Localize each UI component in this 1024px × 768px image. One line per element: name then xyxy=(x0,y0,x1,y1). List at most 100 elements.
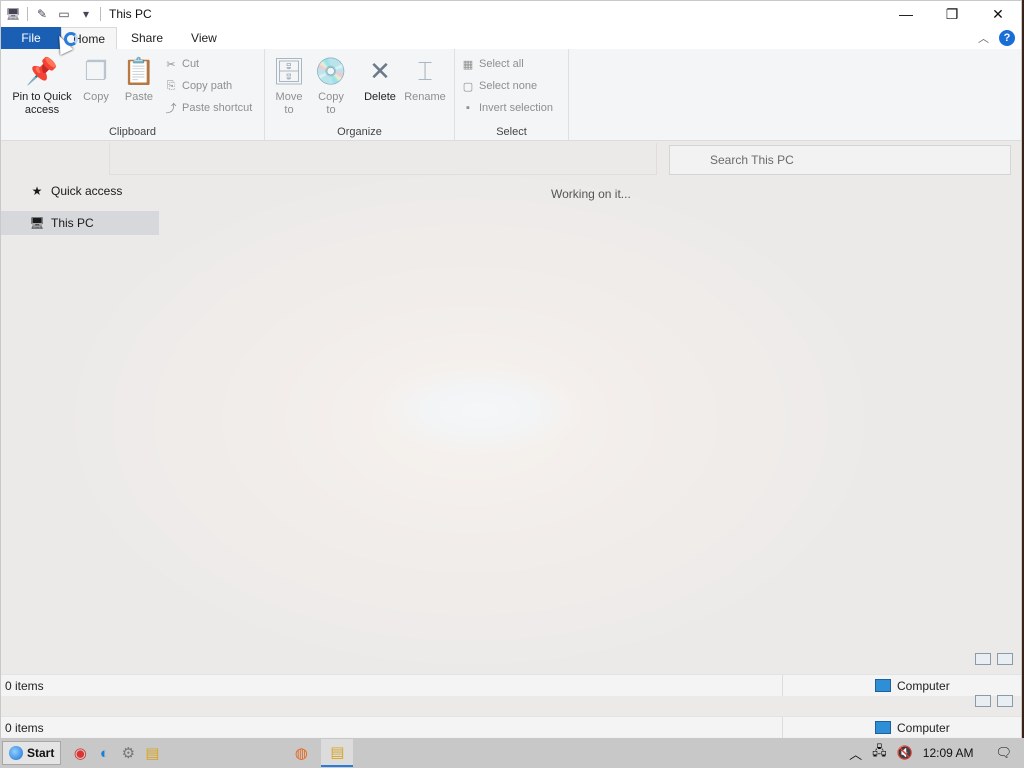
select-group-label: Select xyxy=(496,126,527,138)
paste-shortcut-button[interactable]: ⤴ Paste shortcut xyxy=(164,101,253,115)
close-button[interactable]: ✕ xyxy=(975,1,1021,27)
invert-selection-button[interactable]: ▪ Invert selection xyxy=(461,101,553,115)
chrome-icon[interactable]: ◉ xyxy=(69,742,91,764)
pin-to-quick-access-button[interactable]: 📌 Pin to Quick access xyxy=(7,55,77,117)
scissors-icon: ✂ xyxy=(166,58,176,71)
invert-selection-label: Invert selection xyxy=(479,102,553,114)
file-explorer-taskbar-button[interactable]: ▤ xyxy=(321,739,354,767)
rename-button[interactable]: ⌶ Rename xyxy=(403,55,447,104)
copy-path-label: Copy path xyxy=(182,80,233,92)
item-count: 0 items xyxy=(1,717,783,738)
clock[interactable]: 12:09 AM xyxy=(923,746,974,760)
tab-share[interactable]: Share xyxy=(117,27,177,49)
notifications-icon[interactable]: 🗨 xyxy=(995,745,1012,761)
nav-item-label: Quick access xyxy=(51,184,123,198)
organize-group: 🗄 Move to 💿 Copy to ✕ Delete ⌶ Rename Or… xyxy=(265,49,455,141)
paste-button[interactable]: 📋 Paste xyxy=(121,55,157,104)
file-explorer-icon[interactable]: ▤ xyxy=(141,742,163,764)
help-icon[interactable]: ? xyxy=(999,30,1015,46)
select-group: ▦ Select all ▢ Select none ▪ Invert sele… xyxy=(455,49,569,141)
status-bar: 0 items Computer xyxy=(1,674,1021,696)
copy-path-icon: ⎘ xyxy=(166,79,176,92)
copy-label: Copy xyxy=(83,91,109,103)
computer-icon xyxy=(875,679,891,692)
explorer-app-icon[interactable]: 🖥 xyxy=(5,6,21,22)
item-count: 0 items xyxy=(1,675,783,696)
start-label: Start xyxy=(27,746,55,760)
zone-indicator: Computer xyxy=(871,721,950,735)
window-title: This PC xyxy=(109,7,152,21)
address-bar[interactable] xyxy=(109,143,657,175)
collapse-ribbon-icon[interactable]: ︿ xyxy=(978,30,989,46)
clipboard-group-label: Clipboard xyxy=(108,126,157,138)
volume-muted-icon[interactable]: 🔇 xyxy=(897,745,913,761)
cut-button[interactable]: ✂ Cut xyxy=(164,57,199,71)
select-none-icon: ▢ xyxy=(462,80,474,93)
new-folder-icon[interactable]: ▭ xyxy=(56,6,72,22)
window-controls: — ❐ ✕ xyxy=(883,1,1021,27)
paste-shortcut-icon: ⤴ xyxy=(165,103,177,115)
nav-item-quick-access[interactable]: ★ Quick access xyxy=(1,179,159,203)
delete-label: Delete xyxy=(364,91,396,103)
status-bar: 0 items Computer xyxy=(1,716,1021,738)
firefox-icon[interactable]: ◍ xyxy=(285,739,317,767)
maximize-button[interactable]: ❐ xyxy=(929,1,975,27)
copy-path-button[interactable]: ⎘ Copy path xyxy=(164,79,233,93)
view-switcher xyxy=(975,653,1013,665)
network-icon[interactable]: 🖧 xyxy=(872,742,887,764)
move-to-icon: 🗄 xyxy=(272,55,306,86)
customize-toolbar-icon[interactable]: ▾ xyxy=(78,6,94,22)
copy-to-button[interactable]: 💿 Copy to xyxy=(313,55,349,117)
move-to-button[interactable]: 🗄 Move to xyxy=(271,55,307,117)
edge-icon[interactable]: ◐ xyxy=(93,742,115,764)
view-switcher xyxy=(975,695,1013,707)
search-input[interactable]: Search This PC xyxy=(669,145,1011,175)
ribbon: 📌 Pin to Quick access ❐ Copy 📋 Paste ✂ C… xyxy=(1,49,1021,141)
toolbar-divider xyxy=(27,7,28,21)
clipboard-group: 📌 Pin to Quick access ❐ Copy 📋 Paste ✂ C… xyxy=(1,49,265,141)
start-button[interactable]: Start xyxy=(2,741,62,765)
tools-icon[interactable]: ⚙ xyxy=(117,742,139,764)
large-icons-view-icon[interactable] xyxy=(997,653,1013,665)
copy-button[interactable]: ❐ Copy xyxy=(79,55,113,104)
rename-icon: ⌶ xyxy=(417,55,433,86)
toolbar-divider xyxy=(100,7,101,21)
file-explorer-window: 🖥 ✎ ▭ ▾ This PC — ❐ ✕ File Home Share Vi… xyxy=(0,0,1022,738)
nav-item-label: This PC xyxy=(51,216,94,230)
busy-spinner-icon xyxy=(64,32,78,46)
quick-access-icon: ★ xyxy=(31,184,43,198)
system-tray: ︿ 🖧 🔇 12:09 AM 🗨 xyxy=(849,742,1024,764)
details-view-icon[interactable] xyxy=(975,695,991,707)
pin-icon: 📌 xyxy=(25,55,59,86)
quick-access-toolbar: 🖥 ✎ ▭ ▾ xyxy=(1,6,101,22)
zone-indicator: Computer xyxy=(871,679,950,693)
pin-label: Pin to Quick access xyxy=(12,91,72,116)
copy-to-label: Copy to xyxy=(318,91,344,116)
copy-to-icon: 💿 xyxy=(314,55,348,86)
search-placeholder: Search This PC xyxy=(710,153,794,167)
details-view-icon[interactable] xyxy=(975,653,991,665)
minimize-button[interactable]: — xyxy=(883,1,929,27)
computer-icon xyxy=(875,721,891,734)
tab-view[interactable]: View xyxy=(177,27,231,49)
ribbon-controls: ︿ ? xyxy=(978,27,1021,49)
paste-icon: 📋 xyxy=(122,55,156,86)
move-to-label: Move to xyxy=(275,91,303,116)
start-logo-icon xyxy=(9,746,23,760)
organize-group-label: Organize xyxy=(337,126,382,138)
zone-label: Computer xyxy=(897,678,950,693)
show-hidden-icons-icon[interactable]: ︿ xyxy=(849,744,862,763)
rename-label: Rename xyxy=(404,91,446,103)
loading-status-text: Working on it... xyxy=(551,187,631,201)
this-pc-icon: 🖥 xyxy=(29,216,45,230)
properties-icon[interactable]: ✎ xyxy=(34,6,50,22)
select-all-icon: ▦ xyxy=(462,58,474,71)
copy-icon: ❐ xyxy=(84,55,108,86)
select-none-button[interactable]: ▢ Select none xyxy=(461,79,537,93)
delete-x-icon: ✕ xyxy=(369,55,391,86)
large-icons-view-icon[interactable] xyxy=(997,695,1013,707)
nav-item-this-pc[interactable]: 🖥 This PC xyxy=(1,211,159,235)
select-all-button[interactable]: ▦ Select all xyxy=(461,57,524,71)
title-bar: 🖥 ✎ ▭ ▾ This PC — ❐ ✕ xyxy=(1,1,1021,27)
delete-button[interactable]: ✕ Delete xyxy=(361,55,399,104)
